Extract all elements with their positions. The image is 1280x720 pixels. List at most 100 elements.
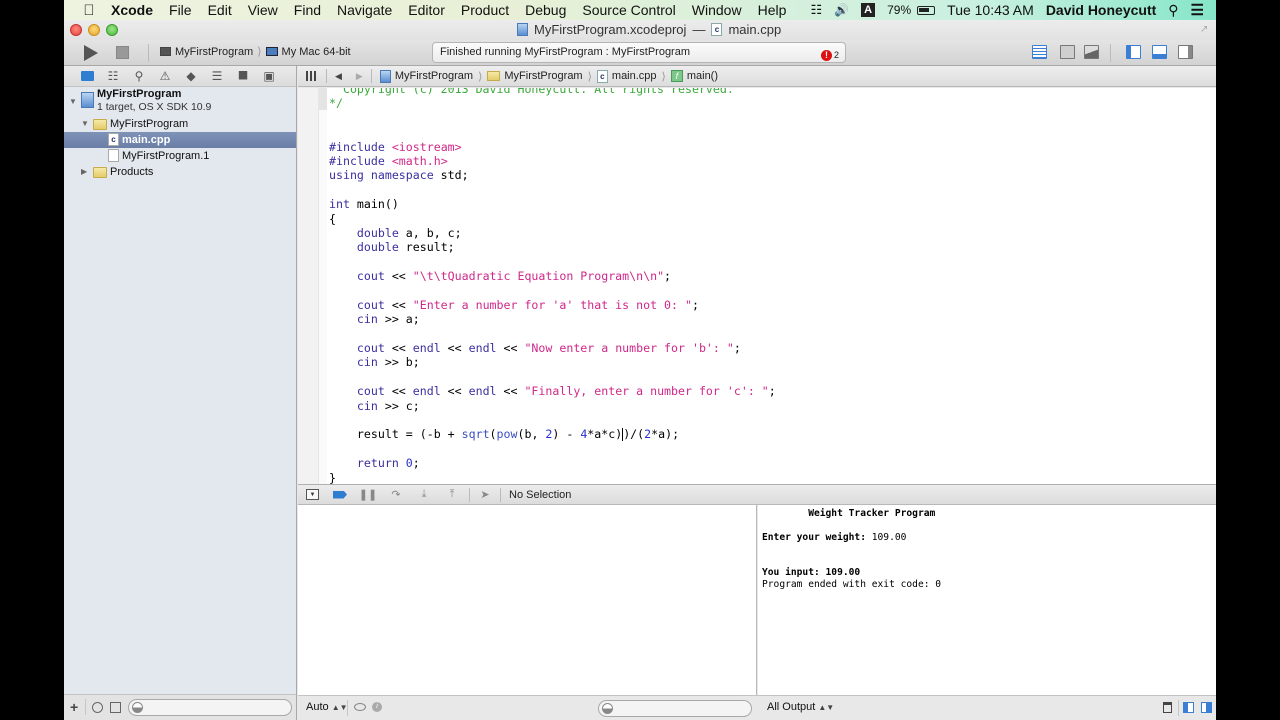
- code-line[interactable]: cin >> c;: [329, 399, 776, 413]
- menu-editor[interactable]: Editor: [408, 2, 445, 18]
- code-line[interactable]: cout << "Enter a number for 'a' that is …: [329, 298, 776, 312]
- step-out-icon[interactable]: ⤒: [445, 488, 459, 502]
- location-icon[interactable]: ➤: [478, 488, 492, 502]
- battery-icon[interactable]: [917, 5, 936, 15]
- find-navigator-tab-icon[interactable]: ⚲: [132, 69, 146, 83]
- wifi-icon[interactable]: ☷: [811, 2, 823, 18]
- menu-view[interactable]: View: [248, 2, 278, 18]
- menu-window[interactable]: Window: [692, 2, 742, 18]
- tree-item-group[interactable]: ▼ MyFirstProgram: [64, 116, 296, 132]
- zoom-window-button[interactable]: [106, 24, 118, 36]
- notification-center-icon[interactable]: ☰: [1191, 1, 1204, 19]
- menu-file[interactable]: File: [169, 2, 192, 18]
- info-icon[interactable]: i: [372, 702, 382, 712]
- toggle-navigator-icon[interactable]: [1126, 45, 1141, 59]
- add-file-button[interactable]: +: [70, 699, 78, 715]
- apple-menu-icon[interactable]: : [81, 2, 97, 19]
- toggle-utilities-icon[interactable]: [1178, 45, 1193, 59]
- code-line[interactable]: [329, 255, 776, 269]
- code-line[interactable]: result = (-b + sqrt(pow(b, 2) - 4*a*c))/…: [329, 427, 776, 442]
- variables-view[interactable]: [298, 505, 757, 695]
- minimize-window-button[interactable]: [88, 24, 100, 36]
- close-window-button[interactable]: [70, 24, 82, 36]
- console-output[interactable]: Weight Tracker Program Enter your weight…: [758, 505, 1216, 695]
- code-line[interactable]: cout << "\t\tQuadratic Equation Program\…: [329, 269, 776, 283]
- debug-navigator-tab-icon[interactable]: ☰: [210, 69, 224, 83]
- menu-find[interactable]: Find: [294, 2, 321, 18]
- project-navigator-tab[interactable]: [80, 69, 94, 83]
- log-navigator-tab-icon[interactable]: ▣: [262, 69, 276, 83]
- code-line[interactable]: cin >> a;: [329, 312, 776, 326]
- run-button[interactable]: [84, 45, 98, 61]
- code-line[interactable]: [329, 442, 776, 456]
- code-line[interactable]: cout << endl << endl << "Now enter a num…: [329, 341, 776, 355]
- menu-source-control[interactable]: Source Control: [582, 2, 675, 18]
- editor-gutter[interactable]: [298, 88, 319, 484]
- tree-item-man-page[interactable]: MyFirstProgram.1: [64, 148, 296, 164]
- code-line[interactable]: Copyright (c) 2013 David Honeycutt. All …: [329, 88, 776, 96]
- code-line[interactable]: double result;: [329, 240, 776, 254]
- symbol-navigator-tab-icon[interactable]: ☷: [106, 69, 120, 83]
- breadcrumb-project[interactable]: MyFirstProgram: [379, 69, 473, 83]
- disclosure-open-icon[interactable]: ▼: [69, 94, 77, 110]
- pause-icon[interactable]: ❚❚: [359, 488, 377, 502]
- breadcrumb-function[interactable]: f main(): [670, 70, 718, 82]
- menu-product[interactable]: Product: [461, 2, 509, 18]
- hide-debug-area-icon[interactable]: ▼: [306, 489, 319, 500]
- menu-navigate[interactable]: Navigate: [337, 2, 392, 18]
- assistant-editor-icon[interactable]: [1060, 45, 1075, 59]
- breakpoints-toggle-button[interactable]: [333, 488, 347, 502]
- breadcrumb-group[interactable]: MyFirstProgram: [487, 70, 583, 82]
- code-line[interactable]: [329, 283, 776, 297]
- code-line[interactable]: [329, 183, 776, 197]
- menu-xcode[interactable]: Xcode: [111, 2, 153, 18]
- code-line[interactable]: #include <iostream>: [329, 140, 776, 154]
- code-line[interactable]: [329, 125, 776, 139]
- show-console-pane-icon[interactable]: [1201, 702, 1212, 713]
- code-line[interactable]: #include <math.h>: [329, 154, 776, 168]
- code-line[interactable]: int main(): [329, 197, 776, 211]
- code-line[interactable]: [329, 370, 776, 384]
- tree-item-main-cpp[interactable]: c main.cpp: [64, 132, 296, 148]
- issue-badge[interactable]: ! 2: [820, 46, 839, 65]
- code-content[interactable]: Copyright (c) 2013 David Honeycutt. All …: [329, 88, 776, 484]
- code-line[interactable]: }: [329, 471, 776, 484]
- disclosure-open-icon[interactable]: ▼: [81, 116, 89, 132]
- input-source-icon[interactable]: A: [861, 3, 876, 17]
- user-menu[interactable]: David Honeycutt: [1046, 2, 1156, 18]
- tree-item-products[interactable]: ▶ Products: [64, 164, 296, 180]
- fullscreen-icon[interactable]: ↗: [1200, 24, 1210, 35]
- menu-debug[interactable]: Debug: [525, 2, 566, 18]
- disclosure-closed-icon[interactable]: ▶: [81, 164, 87, 180]
- version-editor-icon[interactable]: [1084, 45, 1099, 59]
- tree-item-project[interactable]: ▼ MyFirstProgram 1 target, OS X SDK 10.9: [64, 87, 296, 116]
- menu-help[interactable]: Help: [758, 2, 787, 18]
- step-over-icon[interactable]: ↷: [389, 488, 403, 502]
- scm-filter-icon[interactable]: [110, 702, 121, 713]
- code-line[interactable]: using namespace std;: [329, 168, 776, 182]
- code-line[interactable]: double a, b, c;: [329, 226, 776, 240]
- breadcrumb-file[interactable]: c main.cpp: [596, 69, 657, 83]
- volume-icon[interactable]: 🔊: [834, 3, 849, 17]
- code-line[interactable]: [329, 327, 776, 341]
- navigator-filter-input[interactable]: [128, 699, 292, 716]
- menu-edit[interactable]: Edit: [208, 2, 232, 18]
- code-line[interactable]: return 0;: [329, 456, 776, 470]
- related-items-icon[interactable]: [306, 71, 318, 81]
- variables-filter-input[interactable]: [598, 700, 752, 717]
- code-line[interactable]: cin >> b;: [329, 355, 776, 369]
- battery-percent[interactable]: 79%: [887, 3, 911, 17]
- variables-scope-select[interactable]: Auto ▲▼: [306, 701, 348, 713]
- go-forward-icon[interactable]: ▶: [356, 71, 363, 82]
- scheme-selector[interactable]: MyFirstProgram ⟩ My Mac 64-bit: [160, 45, 351, 58]
- spotlight-search-icon[interactable]: ⚲: [1168, 2, 1178, 19]
- code-line[interactable]: {: [329, 212, 776, 226]
- step-into-icon[interactable]: ⤓: [417, 488, 431, 502]
- code-line[interactable]: [329, 111, 776, 125]
- output-filter-select[interactable]: All Output ▲▼: [767, 701, 834, 713]
- quick-look-eye-icon[interactable]: [354, 703, 366, 711]
- issue-navigator-tab-icon[interactable]: ⚠: [158, 69, 172, 83]
- recent-files-filter-icon[interactable]: [92, 702, 103, 713]
- code-line[interactable]: */: [329, 96, 776, 110]
- standard-editor-icon[interactable]: [1032, 45, 1047, 59]
